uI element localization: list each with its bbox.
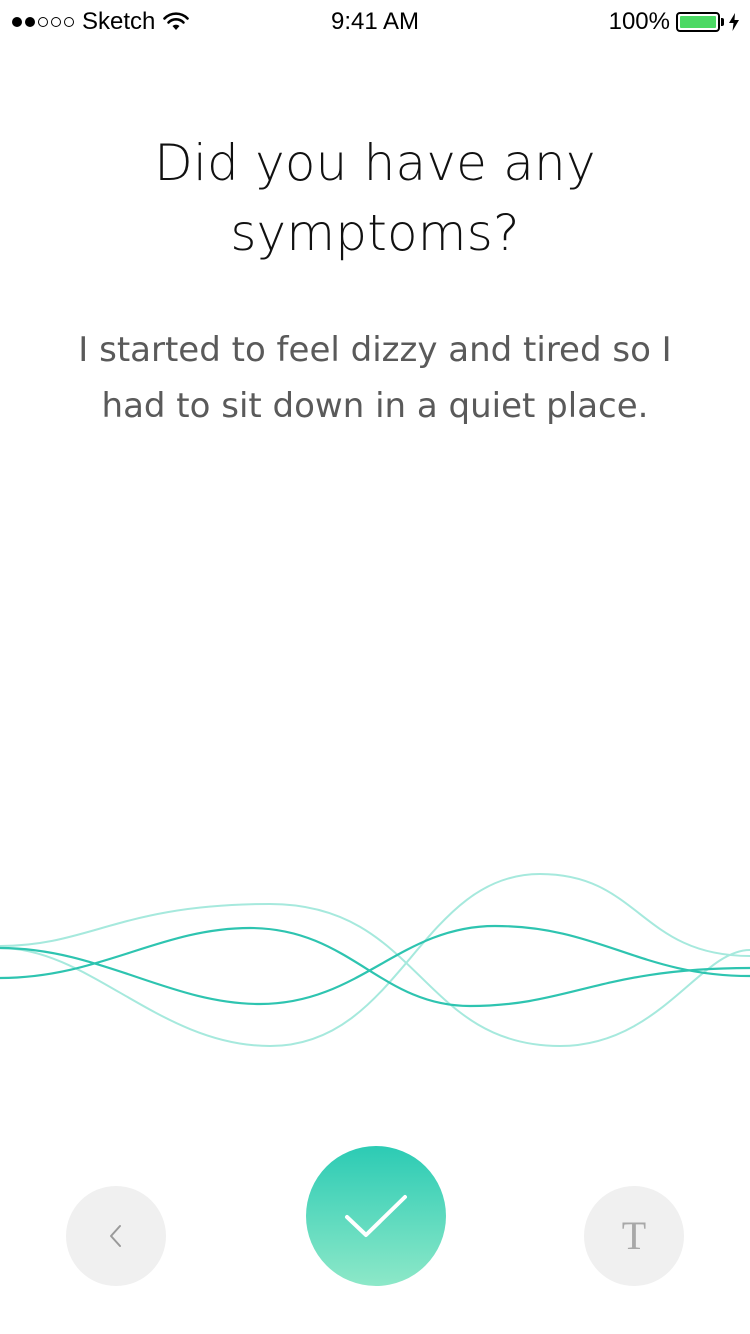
chevron-left-icon bbox=[110, 1225, 121, 1247]
question-title: Did you have any symptoms? bbox=[75, 128, 675, 268]
text-mode-button[interactable]: T bbox=[584, 1186, 684, 1286]
question-line-2: symptoms? bbox=[230, 204, 520, 262]
battery-icon bbox=[676, 12, 720, 32]
voice-waveform-icon bbox=[0, 872, 750, 1048]
confirm-button[interactable] bbox=[306, 1146, 446, 1286]
status-right: 100% bbox=[609, 8, 740, 36]
answer-line-1: I started to feel dizzy and tired so I bbox=[78, 330, 672, 370]
transcribed-answer: I started to feel dizzy and tired so I h… bbox=[40, 322, 710, 434]
checkmark-icon bbox=[345, 1195, 407, 1237]
question-line-1: Did you have any bbox=[154, 134, 596, 192]
answer-line-2: had to sit down in a quiet place. bbox=[101, 386, 649, 426]
text-mode-icon: T bbox=[621, 1213, 647, 1258]
status-bar: Sketch 9:41 AM 100% bbox=[0, 0, 750, 40]
battery-percentage: 100% bbox=[608, 8, 670, 35]
battery-tip bbox=[721, 18, 724, 26]
wave-line-light bbox=[0, 872, 750, 1048]
bolt-icon bbox=[729, 13, 739, 31]
battery-level bbox=[680, 16, 716, 28]
back-button[interactable] bbox=[66, 1186, 166, 1286]
